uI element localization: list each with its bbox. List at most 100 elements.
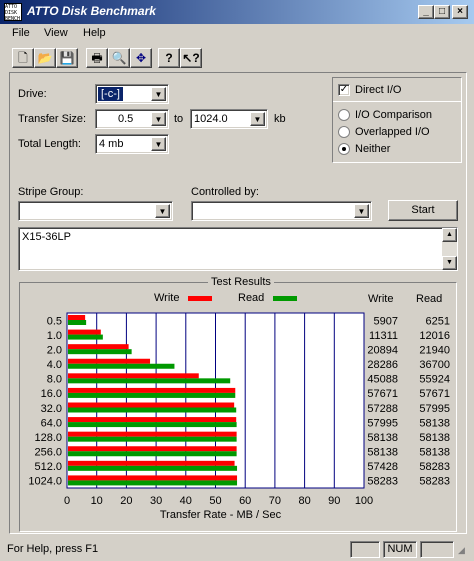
x-tick-label: 40	[180, 495, 192, 507]
x-tick-label: 90	[328, 495, 340, 507]
read-value: 58138	[419, 417, 450, 429]
write-bar	[68, 475, 238, 481]
write-value: 11311	[369, 330, 398, 342]
chevron-down-icon[interactable]: ▼	[155, 204, 170, 218]
scroll-up-icon[interactable]: ▲	[442, 228, 457, 242]
io-comparison-radio[interactable]	[338, 109, 350, 121]
write-bar	[68, 460, 235, 466]
chevron-down-icon[interactable]: ▼	[151, 112, 166, 126]
read-value: 58283	[419, 461, 450, 473]
read-bar	[68, 480, 238, 486]
minimize-button[interactable]: _	[418, 5, 434, 19]
description-textarea[interactable]: X15-36LP ▲ ▼	[18, 227, 458, 271]
new-button[interactable]: 🗋	[12, 48, 34, 68]
close-icon: ×	[457, 6, 463, 17]
divider	[333, 101, 461, 102]
stripe-group-select[interactable]: ▼	[18, 201, 173, 221]
save-button[interactable]: 💾	[56, 48, 78, 68]
scroll-down-icon[interactable]: ▼	[442, 256, 457, 270]
print-preview-button[interactable]: 🔍	[108, 48, 130, 68]
total-length-label: Total Length:	[18, 138, 81, 150]
io-comparison-label: I/O Comparison	[355, 109, 433, 121]
drive-value: [-c-]	[97, 86, 124, 102]
menu-file[interactable]: File	[12, 27, 30, 39]
read-value: 57671	[419, 388, 450, 400]
chevron-down-icon[interactable]: ▼	[151, 87, 166, 101]
transfer-from-select[interactable]: 0.5 ▼	[95, 109, 169, 129]
close-button[interactable]: ×	[452, 5, 468, 19]
read-bar	[68, 349, 132, 355]
read-bar	[68, 378, 231, 384]
write-value: 58138	[367, 447, 398, 459]
write-value: 20894	[367, 344, 398, 356]
x-tick-label: 100	[355, 495, 373, 507]
read-bar	[68, 392, 236, 398]
move-icon: ✥	[135, 51, 147, 65]
description-text: X15-36LP	[22, 231, 71, 243]
drive-select[interactable]: [-c-] ▼	[95, 84, 169, 104]
main-panel: Drive: [-c-] ▼ Transfer Size: 0.5 ▼ to 1…	[9, 72, 467, 534]
status-pane-scroll	[420, 541, 454, 558]
maximize-button[interactable]: □	[434, 5, 450, 19]
transfer-from-value: 0.5	[118, 113, 134, 125]
write-bar	[68, 417, 237, 423]
write-value: 57288	[367, 403, 398, 415]
y-tick-label: 8.0	[47, 374, 62, 386]
chevron-down-icon[interactable]: ▼	[250, 112, 265, 126]
x-axis-label: Transfer Rate - MB / Sec	[160, 509, 282, 521]
write-bar	[68, 402, 235, 408]
neither-radio[interactable]	[338, 143, 350, 155]
read-bar	[68, 320, 87, 325]
write-value: 5907	[374, 315, 398, 327]
x-tick-label: 70	[269, 495, 281, 507]
total-length-select[interactable]: 4 mb ▼	[95, 134, 169, 154]
menu-view[interactable]: View	[44, 27, 68, 39]
context-help-icon: ↖?	[182, 51, 200, 65]
read-value: 58138	[419, 447, 450, 459]
window-title: ATTO Disk Benchmark	[27, 4, 156, 18]
overlapped-io-radio[interactable]	[338, 126, 350, 138]
chevron-down-icon[interactable]: ▼	[151, 137, 166, 151]
x-tick-label: 50	[209, 495, 221, 507]
read-value: 58283	[419, 476, 450, 488]
help-button[interactable]: ?	[158, 48, 180, 68]
scrollbar[interactable]: ▲ ▼	[442, 228, 457, 270]
write-bar	[68, 358, 151, 364]
write-bar	[68, 387, 236, 393]
write-value: 58138	[367, 432, 398, 444]
write-bar	[68, 329, 101, 335]
read-bar	[68, 363, 175, 369]
direct-io-checkbox[interactable]: ✓	[338, 84, 350, 96]
menu-help[interactable]: Help	[83, 27, 106, 39]
y-tick-label: 4.0	[47, 359, 62, 371]
to-label: to	[174, 113, 184, 125]
help-icon: ?	[165, 51, 173, 65]
new-icon: 🗋	[18, 51, 28, 65]
context-help-button[interactable]: ↖?	[180, 48, 202, 68]
resize-grip-icon[interactable]: ◢	[458, 544, 471, 557]
open-icon: 📂	[37, 51, 53, 65]
transfer-to-select[interactable]: 1024.0 ▼	[190, 109, 268, 129]
drive-label: Drive:	[18, 88, 47, 100]
y-tick-label: 128.0	[34, 432, 62, 444]
title-bar[interactable]: ATTO DISK BENCH ATTO Disk Benchmark _ □ …	[0, 0, 474, 24]
read-bar	[68, 465, 238, 471]
start-button[interactable]: Start	[388, 200, 458, 221]
print-button[interactable]: 🖶	[86, 48, 108, 68]
write-bar	[68, 431, 237, 437]
move-button[interactable]: ✥	[130, 48, 152, 68]
chevron-down-icon[interactable]: ▼	[354, 204, 369, 218]
read-bar	[68, 451, 237, 457]
read-value: 21940	[419, 344, 450, 356]
read-value: 12016	[419, 330, 450, 342]
save-icon: 💾	[59, 51, 75, 65]
open-button[interactable]: 📂	[34, 48, 56, 68]
read-bar	[68, 334, 103, 340]
toolbar: 🗋 📂 💾 🖶 🔍 ✥ ? ↖?	[10, 46, 206, 70]
controlled-by-select[interactable]: ▼	[191, 201, 372, 221]
read-bar	[68, 436, 237, 442]
write-value: 57671	[367, 388, 398, 400]
read-value: 6251	[426, 315, 450, 327]
read-value: 36700	[419, 359, 450, 371]
app-icon: ATTO DISK BENCH	[4, 3, 22, 21]
